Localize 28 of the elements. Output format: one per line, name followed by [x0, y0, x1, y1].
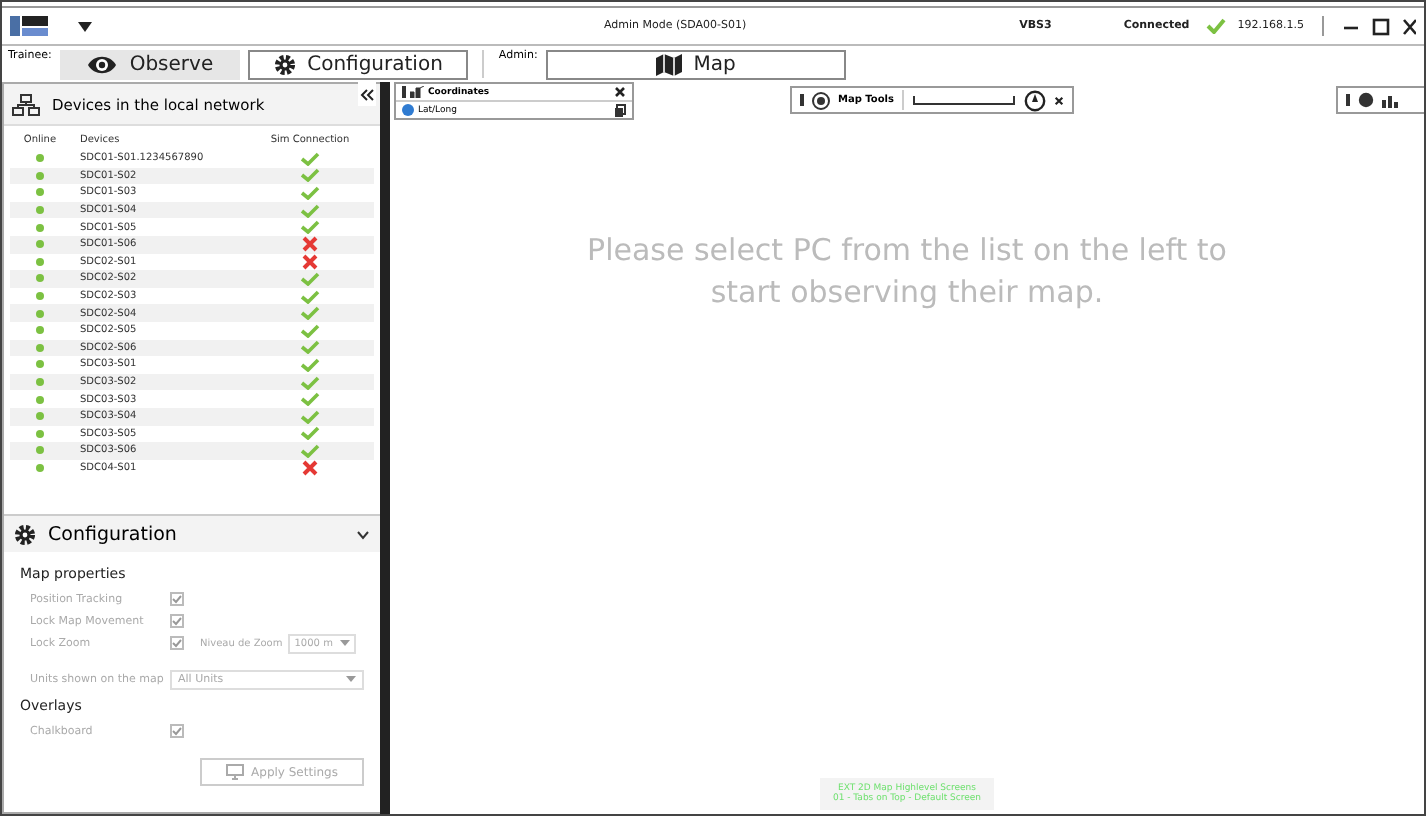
logo-icon	[10, 14, 50, 38]
network-icon	[12, 93, 40, 115]
copy-icon[interactable]	[614, 103, 626, 117]
eye-icon	[85, 53, 118, 75]
chart-icon	[410, 86, 424, 98]
configuration-header[interactable]: Configuration	[4, 516, 380, 552]
map-icon	[655, 53, 682, 75]
tab[interactable]: Map	[545, 49, 846, 79]
settings-icon	[273, 53, 296, 75]
chevron-icon[interactable]	[356, 529, 370, 539]
configuration-title: Configuration	[48, 523, 177, 545]
maximize-icon[interactable]	[1372, 17, 1390, 35]
monitor-icon	[225, 764, 244, 780]
close-icon[interactable]	[614, 86, 626, 98]
caret-icon	[346, 676, 356, 682]
tab[interactable]: Configuration	[247, 49, 469, 79]
settings-icon	[14, 523, 36, 545]
scale-bar-icon	[911, 95, 1016, 105]
map-placeholder-message: Please select PC from the list on the left to start observing their map.	[585, 230, 1229, 314]
dropdown-caret-icon[interactable]	[78, 21, 92, 31]
chart-icon[interactable]	[1382, 92, 1400, 108]
double-chevron-icon	[360, 87, 374, 101]
close-icon[interactable]	[1053, 95, 1064, 105]
collapse-panel-button[interactable]	[358, 82, 376, 106]
close-icon[interactable]	[1402, 17, 1416, 35]
caret-icon	[340, 640, 351, 646]
compass-icon[interactable]	[1023, 89, 1046, 111]
tab[interactable]: Observe	[59, 49, 240, 79]
